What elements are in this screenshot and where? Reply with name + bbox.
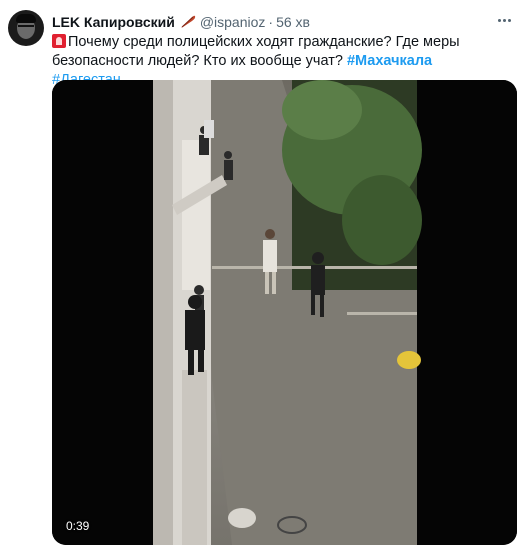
tweet[interactable]: LEK Капировский @ispanioz · 56 хв Почему… <box>0 0 524 553</box>
tweet-header: LEK Капировский @ispanioz · 56 хв <box>52 12 310 32</box>
hashtag-makhachkala[interactable]: #Махачкала <box>347 53 432 69</box>
avatar[interactable] <box>8 10 44 46</box>
police-light-icon <box>52 34 66 48</box>
video-player[interactable]: 0:39 <box>52 80 517 545</box>
author-handle[interactable]: @ispanioz <box>200 14 266 30</box>
author-name[interactable]: LEK Капировский <box>52 14 175 30</box>
more-options-icon[interactable] <box>494 12 514 28</box>
separator-dot: · <box>268 14 274 30</box>
video-frame <box>52 80 517 545</box>
feather-icon <box>180 15 196 29</box>
video-duration: 0:39 <box>66 519 90 533</box>
tweet-timestamp[interactable]: 56 хв <box>276 14 310 30</box>
avatar-glasses <box>18 25 34 29</box>
avatar-hair <box>16 14 36 23</box>
